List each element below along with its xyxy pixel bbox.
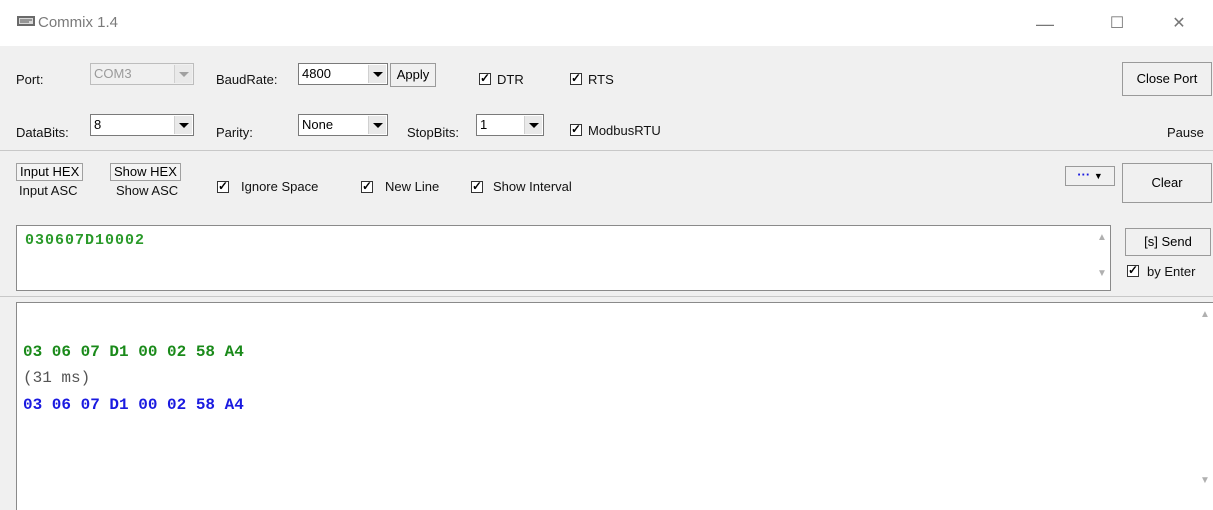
ignore-space-checkbox[interactable] — [217, 179, 229, 193]
baudrate-value: 4800 — [302, 66, 331, 81]
scroll-up-icon[interactable]: ▲ — [1097, 232, 1107, 243]
app-icon — [17, 16, 35, 26]
parity-value: None — [302, 117, 334, 132]
rts-checkbox[interactable] — [570, 71, 582, 85]
apply-button[interactable]: Apply — [390, 63, 436, 87]
panel-divider — [0, 296, 1213, 297]
chevron-down-icon — [368, 116, 386, 134]
new-line-checkbox[interactable] — [361, 179, 373, 193]
show-asc-toggle[interactable]: Show ASC — [116, 183, 178, 198]
title-bar: Commix 1.4 — ☐ ✕ — [0, 0, 1213, 46]
window-title: Commix 1.4 — [38, 14, 119, 31]
close-port-button[interactable]: Close Port — [1122, 62, 1212, 96]
send-input[interactable]: 030607D10002 ▲ ▼ — [16, 225, 1111, 291]
chevron-down-icon — [174, 116, 192, 134]
chevron-down-icon — [524, 116, 542, 134]
dtr-checkbox[interactable] — [479, 71, 491, 85]
pause-button[interactable]: Pause — [1167, 125, 1204, 140]
show-hex-toggle[interactable]: Show HEX — [110, 163, 181, 181]
more-options-button[interactable]: ··· ▼ — [1065, 166, 1115, 186]
baudrate-select[interactable]: 4800 — [298, 63, 388, 85]
show-interval-label: Show Interval — [493, 179, 572, 194]
dtr-label: DTR — [497, 72, 524, 87]
by-enter-checkbox[interactable] — [1127, 263, 1139, 277]
databits-select[interactable]: 8 — [90, 114, 194, 136]
stopbits-select[interactable]: 1 — [476, 114, 544, 136]
scroll-down-icon[interactable]: ▼ — [1200, 475, 1210, 486]
databits-label: DataBits: — [16, 125, 69, 140]
output-log[interactable]: 03 06 07 D1 00 02 58 A4 (31 ms) 03 06 07… — [16, 302, 1213, 510]
scroll-down-icon[interactable]: ▼ — [1097, 268, 1107, 279]
chevron-down-icon — [174, 65, 192, 83]
chevron-down-icon — [368, 65, 386, 83]
parity-label: Parity: — [216, 125, 253, 140]
dropdown-arrow-icon: ▼ — [1093, 171, 1103, 181]
by-enter-label: by Enter — [1147, 264, 1196, 279]
close-window-button[interactable]: ✕ — [1157, 10, 1201, 38]
baudrate-label: BaudRate: — [216, 72, 278, 87]
maximize-button[interactable]: ☐ — [1095, 10, 1139, 38]
input-hex-toggle[interactable]: Input HEX — [16, 163, 84, 181]
stopbits-label: StopBits: — [407, 125, 460, 140]
log-line-received: 03 06 07 D1 00 02 58 A4 — [23, 396, 244, 414]
send-button[interactable]: [s] Send — [1125, 228, 1211, 256]
toolbar-divider — [0, 150, 1213, 151]
ignore-space-label: Ignore Space — [241, 179, 319, 194]
port-value: COM3 — [94, 66, 132, 81]
log-line-sent: 03 06 07 D1 00 02 58 A4 — [23, 343, 244, 361]
ellipsis-icon: ··· — [1077, 167, 1091, 182]
scroll-up-icon[interactable]: ▲ — [1200, 309, 1210, 320]
minimize-button[interactable]: — — [1023, 10, 1067, 38]
show-interval-checkbox[interactable] — [471, 179, 483, 193]
clear-button[interactable]: Clear — [1122, 163, 1212, 203]
input-asc-toggle[interactable]: Input ASC — [19, 183, 78, 198]
rts-label: RTS — [588, 72, 614, 87]
modbusrtu-checkbox[interactable] — [570, 122, 582, 136]
log-line-interval: (31 ms) — [23, 369, 91, 387]
modbusrtu-label: ModbusRTU — [588, 123, 661, 138]
databits-value: 8 — [94, 117, 102, 132]
parity-select[interactable]: None — [298, 114, 388, 136]
port-label: Port: — [16, 72, 44, 87]
stopbits-value: 1 — [480, 117, 488, 132]
port-select[interactable]: COM3 — [90, 63, 194, 85]
send-input-text: 030607D10002 — [25, 232, 146, 249]
new-line-label: New Line — [385, 179, 440, 194]
